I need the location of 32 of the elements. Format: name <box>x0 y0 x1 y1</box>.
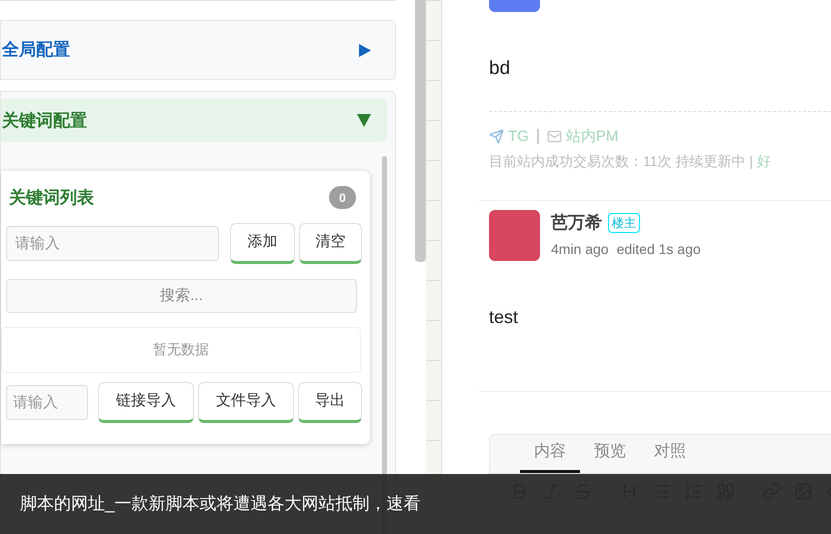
card-title: 关键词列表 <box>9 187 94 209</box>
editor-tab[interactable]: 对照 <box>640 434 700 473</box>
right-triangle-icon <box>359 44 371 56</box>
down-triangle-icon <box>357 114 371 127</box>
action-button[interactable]: 文件导入 <box>198 382 294 422</box>
post-time: 4min ago <box>551 240 609 259</box>
author-name: 芭万希 <box>551 212 602 234</box>
post-body: test <box>489 306 520 329</box>
search-field[interactable]: 搜索... <box>6 278 357 312</box>
empty-message: 暂无数据 <box>153 340 209 359</box>
paper-plane-icon <box>489 129 504 144</box>
avatar <box>489 210 540 261</box>
action-button[interactable]: 导出 <box>298 382 362 422</box>
post-body: bd <box>489 57 512 81</box>
section-header[interactable]: 全局配置 <box>1 21 395 79</box>
caption-text: 脚本的网址_一款新脚本或将遭遇各大网站抵制，速看 <box>20 493 420 516</box>
section-title: 关键词配置 <box>2 110 87 132</box>
keyword-input[interactable]: 请输入 <box>6 226 219 260</box>
edit-time: edited 1s ago <box>616 240 701 259</box>
scrollbar-thumb[interactable] <box>415 0 426 262</box>
author-badge: 楼主 <box>608 212 640 233</box>
editor-tab[interactable]: 预览 <box>580 434 640 473</box>
envelope-icon <box>546 129 562 144</box>
count-badge: 0 <box>329 186 356 210</box>
keyword-input[interactable]: 请输入 <box>6 384 88 420</box>
section-title: 全局配置 <box>2 39 70 62</box>
signature-text: 目前站内成功交易次数：11次 持续更新中 | <box>489 153 753 169</box>
section-header[interactable]: 关键词配置 <box>1 99 387 142</box>
action-button[interactable]: 清空 <box>298 222 362 264</box>
avatar <box>489 0 540 12</box>
action-button[interactable]: 添加 <box>230 222 294 264</box>
action-button[interactable]: 链接导入 <box>98 382 194 422</box>
